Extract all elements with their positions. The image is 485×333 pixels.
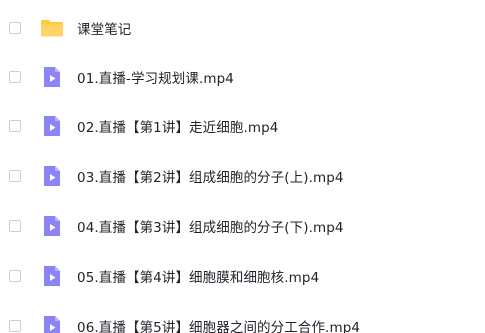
video-file-icon <box>40 65 64 89</box>
select-checkbox[interactable] <box>9 71 21 83</box>
select-checkbox[interactable] <box>9 22 21 34</box>
file-name: 06.直播【第5讲】细胞器之间的分工合作.mp4 <box>77 320 361 333</box>
list-item[interactable]: 05.直播【第4讲】细胞膜和细胞核.mp4 <box>0 256 485 296</box>
list-item[interactable]: 04.直播【第3讲】组成细胞的分子(下).mp4 <box>0 206 485 246</box>
video-file-icon <box>40 114 64 138</box>
list-item[interactable]: 03.直播【第2讲】组成细胞的分子(上).mp4 <box>0 156 485 196</box>
file-list: 课堂笔记 01.直播-学习规划课.mp4 02.直播【第1讲】走近细胞.mp4 <box>0 0 485 333</box>
select-checkbox[interactable] <box>9 320 21 332</box>
file-name: 02.直播【第1讲】走近细胞.mp4 <box>77 120 279 136</box>
select-checkbox[interactable] <box>9 270 21 282</box>
list-item[interactable]: 02.直播【第1讲】走近细胞.mp4 <box>0 106 485 146</box>
list-item-folder[interactable]: 课堂笔记 <box>0 8 485 48</box>
file-name: 课堂笔记 <box>77 22 132 38</box>
file-name: 03.直播【第2讲】组成细胞的分子(上).mp4 <box>77 170 344 186</box>
video-file-icon <box>40 164 64 188</box>
select-checkbox[interactable] <box>9 170 21 182</box>
file-name: 01.直播-学习规划课.mp4 <box>77 71 234 87</box>
list-item[interactable]: 01.直播-学习规划课.mp4 <box>0 57 485 97</box>
folder-icon <box>40 16 64 40</box>
select-checkbox[interactable] <box>9 120 21 132</box>
file-name: 05.直播【第4讲】细胞膜和细胞核.mp4 <box>77 270 320 286</box>
video-file-icon <box>40 264 64 288</box>
file-name: 04.直播【第3讲】组成细胞的分子(下).mp4 <box>77 220 344 236</box>
video-file-icon <box>40 214 64 238</box>
video-file-icon <box>40 314 64 333</box>
select-checkbox[interactable] <box>9 220 21 232</box>
list-item[interactable]: 06.直播【第5讲】细胞器之间的分工合作.mp4 <box>0 306 485 333</box>
